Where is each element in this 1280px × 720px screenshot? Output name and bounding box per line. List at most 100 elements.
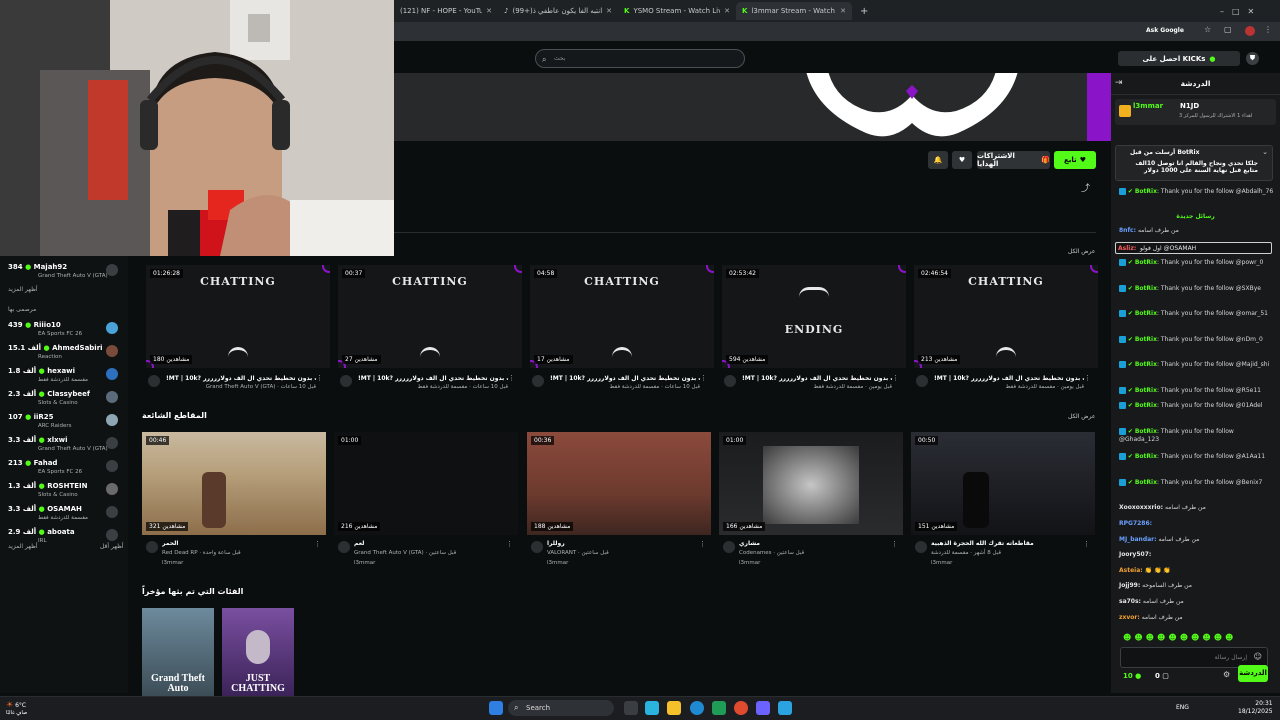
sidebar-channel[interactable]: 3.3 ألف ● xlxwi Grand Theft Auto V (GTA) bbox=[0, 433, 128, 457]
vod-card[interactable]: CHATTING 01:26:28 180 مشاهدين bbox=[146, 265, 330, 375]
share-icon[interactable]: ⤴ bbox=[1081, 181, 1090, 194]
clip-thumbnail[interactable]: 01:00 166 مشاهدين bbox=[719, 432, 903, 535]
weather-widget[interactable]: ☀ 6°C صافٍ غالبًا bbox=[6, 700, 27, 716]
language-indicator[interactable]: ENG bbox=[1176, 704, 1189, 711]
message-author[interactable]: Xooxoxxxrio: bbox=[1119, 504, 1163, 511]
sidebar-channel[interactable]: 107 ● iiR25 ARC Raiders bbox=[0, 410, 128, 434]
show-all-link[interactable]: عرض الكل bbox=[1068, 413, 1095, 420]
favorite-button[interactable]: ♥ bbox=[952, 151, 972, 169]
teams-icon[interactable] bbox=[756, 701, 770, 715]
new-tab-button[interactable]: + bbox=[854, 2, 868, 20]
clip-title[interactable]: لعم bbox=[354, 540, 504, 547]
clip-card[interactable]: 01:00 216 مشاهدين bbox=[334, 432, 518, 542]
clip-thumbnail[interactable]: 00:50 151 مشاهدين bbox=[911, 432, 1095, 535]
message-author[interactable]: BotRix bbox=[1135, 402, 1157, 409]
message-author[interactable]: BotRix bbox=[1135, 285, 1157, 292]
vod-title[interactable]: !MT | 10k? بث بدون تخطيط تحدي ال الف دول… bbox=[934, 375, 1084, 382]
show-all-link[interactable]: عرض الكل bbox=[1068, 248, 1095, 255]
message-author[interactable]: BotRix bbox=[1135, 310, 1157, 317]
clip-card[interactable]: 01:00 166 مشاهدين bbox=[719, 432, 903, 542]
follow-button[interactable]: تابع ♥ bbox=[1054, 151, 1096, 169]
clip-thumbnail[interactable]: 01:00 216 مشاهدين bbox=[334, 432, 518, 535]
more-options-icon[interactable]: ⋮ bbox=[699, 540, 706, 548]
sidebar-channel[interactable]: 1.8 ألف ● hexawi مقسمة للدردشة فقط bbox=[0, 364, 128, 388]
taskbar-search[interactable]: ⌕ Search bbox=[508, 700, 614, 716]
message-author[interactable]: BotRix bbox=[1135, 453, 1157, 460]
message-author[interactable]: Jojj99: bbox=[1119, 582, 1140, 589]
more-options-icon[interactable]: ⋮ bbox=[700, 374, 707, 382]
gift-subs-button[interactable]: الاشتراكات الهدايا 🎁 bbox=[977, 151, 1050, 169]
message-author[interactable]: 8nfc: bbox=[1119, 227, 1136, 234]
vod-card[interactable]: CHATTING 04:58 17 مشاهدين bbox=[530, 265, 714, 375]
more-options-icon[interactable]: ⋮ bbox=[1083, 540, 1090, 548]
sidebar-channel[interactable]: 384 ● Majah92 Grand Theft Auto V (GTA) bbox=[0, 260, 128, 284]
user-avatar[interactable]: ⛊ bbox=[1246, 52, 1259, 65]
sidebar-channel[interactable]: 3.3 ألف ● OSAMAH مقسمة للدردشة فقط bbox=[0, 502, 128, 526]
notification-button[interactable]: 🔔 bbox=[928, 151, 948, 169]
message-author[interactable]: BotRix bbox=[1135, 336, 1157, 343]
kick-points[interactable]: 10 ● bbox=[1123, 672, 1141, 680]
extensions-icon[interactable]: ▢ bbox=[1224, 25, 1232, 34]
profile-avatar[interactable] bbox=[1245, 26, 1255, 36]
clip-card[interactable]: 00:36 188 مشاهدين bbox=[527, 432, 711, 542]
close-icon[interactable]: ✕ bbox=[724, 7, 730, 15]
star-icon[interactable]: ☆ bbox=[1204, 25, 1211, 34]
chrome-icon[interactable] bbox=[734, 701, 748, 715]
more-options-icon[interactable]: ⋮ bbox=[316, 374, 323, 382]
message-author[interactable]: RPG7286: bbox=[1119, 520, 1152, 527]
clock[interactable]: 20:31 18/12/2025 bbox=[1238, 700, 1273, 716]
more-options-icon[interactable]: ⋮ bbox=[314, 540, 321, 548]
chevron-down-icon[interactable]: ⌄ bbox=[1262, 148, 1268, 156]
vod-thumbnail[interactable]: CHATTING 02:46:54 213 مشاهدين bbox=[914, 265, 1098, 368]
clip-title[interactable]: روللرا bbox=[547, 540, 697, 547]
vod-title[interactable]: !MT | 10k? بث بدون تخطيط تحدي ال الف دول… bbox=[550, 375, 700, 382]
windows-start-icon[interactable] bbox=[489, 701, 503, 715]
excel-icon[interactable] bbox=[712, 701, 726, 715]
message-author[interactable]: Asliz: bbox=[1118, 245, 1136, 252]
more-options-icon[interactable]: ⋮ bbox=[891, 540, 898, 548]
message-author[interactable]: Joory507: bbox=[1119, 551, 1151, 558]
edge-icon[interactable] bbox=[690, 701, 704, 715]
clip-title[interactable]: مشاري bbox=[739, 540, 889, 547]
more-options-icon[interactable]: ⋮ bbox=[892, 374, 899, 382]
search-input[interactable]: ⌕ بحث bbox=[535, 49, 745, 68]
clip-title[interactable]: مقاطعاته تقرك الله الحجرة الذهبية bbox=[931, 540, 1081, 547]
more-options-icon[interactable]: ⋮ bbox=[506, 540, 513, 548]
browser-tab-active[interactable]: Kl3mmar Stream - Watch Live on ... ✕ bbox=[736, 2, 852, 20]
message-author[interactable]: zxvor: bbox=[1119, 614, 1140, 621]
game-card[interactable]: JUST CHATTING bbox=[222, 608, 294, 696]
sidebar-channel[interactable]: 213 ● Fahad EA Sports FC 26 bbox=[0, 456, 128, 480]
file-explorer-icon[interactable] bbox=[667, 701, 681, 715]
browser-tab[interactable]: KYSMO Stream - Watch Live on ... ✕ bbox=[618, 2, 736, 20]
browser-tab[interactable]: (121) NF - HOPE - YouTube✕ bbox=[394, 2, 498, 20]
message-author[interactable]: BotRix bbox=[1135, 188, 1157, 195]
gear-icon[interactable]: ⚙ bbox=[1223, 670, 1230, 679]
show-more-link[interactable]: أظهر المزيد bbox=[8, 543, 38, 550]
message-author[interactable]: BotRix bbox=[1135, 387, 1157, 394]
close-icon[interactable]: ✕ bbox=[840, 7, 846, 15]
more-options-icon[interactable]: ⋮ bbox=[508, 374, 515, 382]
menu-icon[interactable]: ⋮ bbox=[1264, 25, 1272, 34]
telegram-icon[interactable] bbox=[778, 701, 792, 715]
message-author[interactable]: BotRix bbox=[1135, 361, 1157, 368]
emoji-icon[interactable]: ☺ bbox=[1254, 652, 1262, 661]
more-options-icon[interactable]: ⋮ bbox=[1084, 374, 1091, 382]
sidebar-channel[interactable]: 15.1 ألف ● AhmedSabiri Reaction bbox=[0, 341, 128, 365]
sidebar-channel[interactable]: 439 ● Riiio10 EA Sports FC 26 bbox=[0, 318, 128, 342]
vod-title[interactable]: !MT | 10k? بث بدون تخطيط تحدي ال الف دول… bbox=[166, 375, 316, 382]
message-author[interactable]: BotRix bbox=[1135, 428, 1157, 435]
message-author[interactable]: sa70s: bbox=[1119, 598, 1141, 605]
window-controls[interactable]: –□✕ bbox=[1214, 2, 1274, 20]
vod-thumbnail[interactable]: CHATTING 00:37 27 مشاهدين bbox=[338, 265, 522, 368]
widgets-icon[interactable] bbox=[645, 701, 659, 715]
sidebar-channel[interactable]: 2.3 ألف ● Classybeef Slots & Casino bbox=[0, 387, 128, 411]
browser-tab[interactable]: ♪(99+)انتبه الفا يكون عاطفي ذ...✕ bbox=[498, 2, 618, 20]
vod-title[interactable]: !MT | 10k? بث بدون تخطيط تحدي ال الف دول… bbox=[358, 375, 508, 382]
close-icon[interactable]: ✕ bbox=[606, 7, 612, 15]
show-less-link[interactable]: أظهر أقل bbox=[100, 543, 124, 550]
send-chat-button[interactable]: الدردشة bbox=[1238, 665, 1268, 682]
vod-thumbnail[interactable]: CHATTING 04:58 17 مشاهدين bbox=[530, 265, 714, 368]
vod-card[interactable]: CHATTING 02:46:54 213 مشاهدين bbox=[914, 265, 1098, 375]
clip-title[interactable]: الحمر bbox=[162, 540, 312, 547]
show-more-link[interactable]: أظهر المزيد bbox=[8, 286, 38, 293]
